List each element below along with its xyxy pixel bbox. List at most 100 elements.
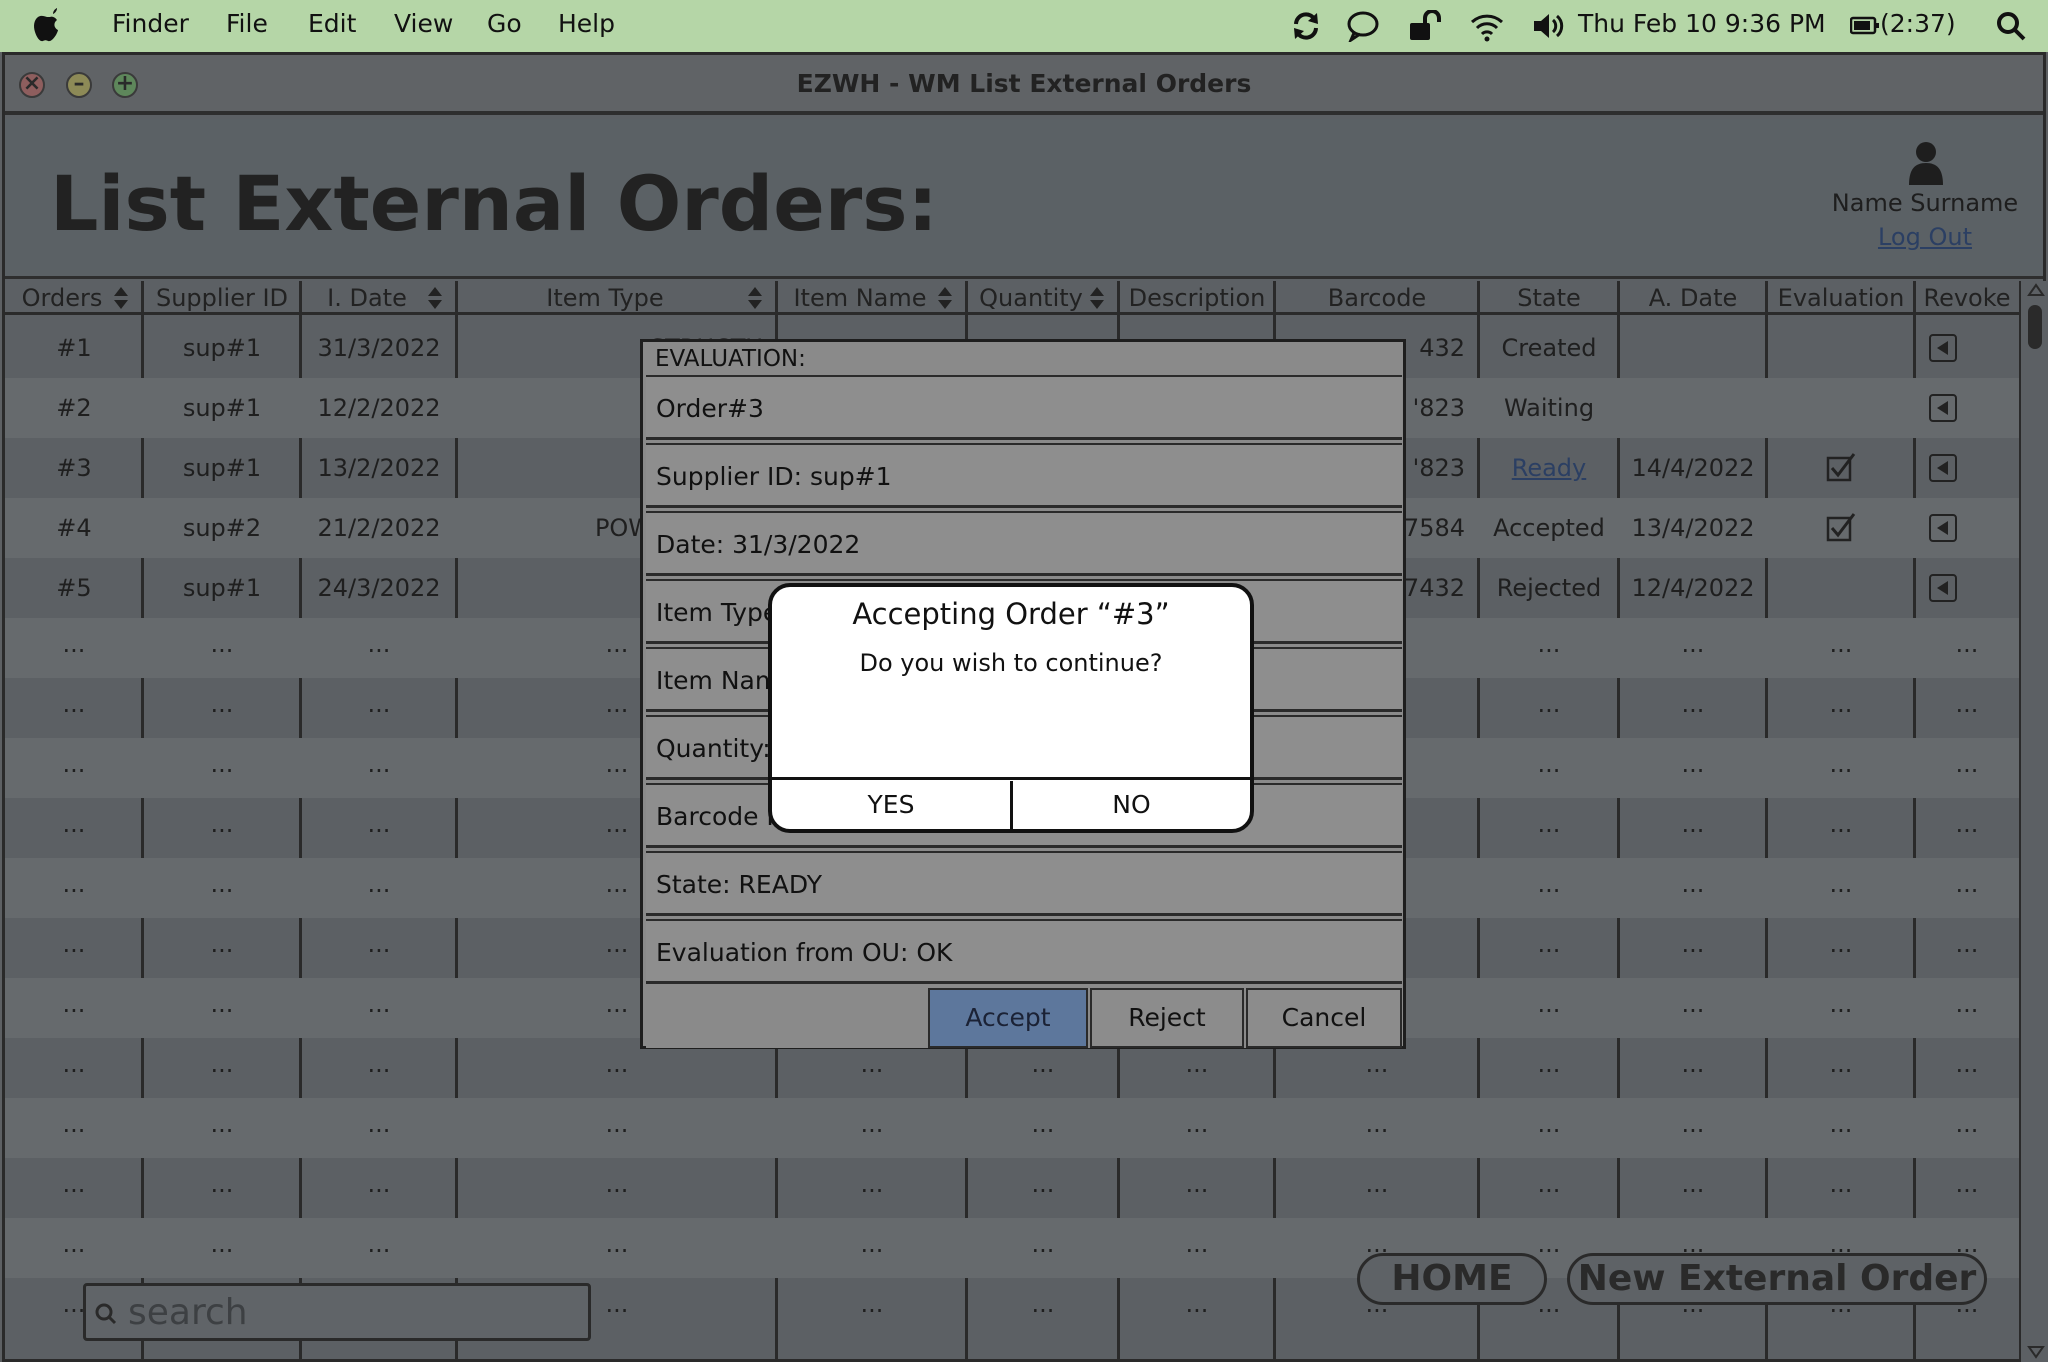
revoke-button[interactable] (1929, 574, 1957, 602)
home-button[interactable]: HOME (1357, 1253, 1547, 1305)
cell-idate: 12/2/2022 (301, 378, 457, 438)
cell-value: 7432 (1403, 574, 1465, 602)
cell-order: #1 (5, 318, 143, 378)
eval-field-text: Barcode I (656, 802, 774, 831)
scroll-thumb[interactable] (2028, 305, 2042, 349)
column-header-supplier: Supplier ID (143, 281, 301, 315)
cell-adate: ... (1681, 990, 1705, 1018)
cell-value: sup#2 (182, 514, 262, 542)
cell-supplier: ... (210, 690, 234, 718)
table-row[interactable]: .................................... (5, 1098, 2021, 1158)
cell-eval: ... (1829, 690, 1853, 718)
cancel-button[interactable]: Cancel (1246, 988, 1402, 1048)
menu-file[interactable]: File (226, 9, 268, 38)
column-header-label: Description (1128, 284, 1266, 312)
menu-edit[interactable]: Edit (308, 9, 356, 38)
column-header-label: Evaluation (1777, 284, 1905, 312)
column-header-qty[interactable]: Quantity (967, 281, 1119, 315)
column-header-label: Quantity (979, 284, 1083, 312)
menu-view[interactable]: View (394, 9, 453, 38)
search-input[interactable]: search (128, 1292, 248, 1333)
state-ready-link[interactable]: Ready (1512, 454, 1587, 482)
volume-icon[interactable] (1532, 10, 1566, 42)
wifi-icon[interactable] (1470, 10, 1504, 42)
sync-icon[interactable] (1290, 10, 1322, 42)
cell-order: ... (62, 1170, 86, 1198)
spotlight-search-icon[interactable] (1995, 10, 2027, 42)
cell-state: ... (1537, 690, 1561, 718)
eval-field-text: Item Type (656, 598, 779, 627)
cell-value: 432 (1419, 334, 1465, 362)
column-header-name[interactable]: Item Name (777, 281, 967, 315)
reject-button[interactable]: Reject (1090, 988, 1244, 1048)
battery-icon[interactable] (1850, 14, 1880, 38)
cell-revoke: ... (1955, 1050, 1979, 1078)
logout-link[interactable]: Log Out (1805, 223, 2045, 251)
accept-button[interactable]: Accept (928, 988, 1088, 1048)
cell-value: 24/3/2022 (317, 574, 441, 602)
user-avatar-icon (1909, 142, 1943, 185)
menu-go[interactable]: Go (487, 9, 522, 38)
column-header-label: A. Date (1648, 284, 1738, 312)
column-header-type[interactable]: Item Type (457, 281, 777, 315)
cell-order: ... (62, 930, 86, 958)
battery-time: (2:37) (1880, 9, 1956, 38)
revoke-button[interactable] (1929, 454, 1957, 482)
cell-supplier: sup#1 (143, 378, 301, 438)
sort-arrows-icon[interactable] (427, 285, 443, 311)
cell-desc: ... (1185, 1170, 1209, 1198)
cell-supplier: sup#1 (143, 318, 301, 378)
cell-order: #5 (5, 558, 143, 618)
cell-value: 13/2/2022 (317, 454, 441, 482)
cell-supplier: sup#1 (143, 438, 301, 498)
cell-qty: ... (1031, 1170, 1055, 1198)
scroll-down-icon[interactable] (2027, 1345, 2045, 1359)
table-header-row: Orders Supplier ID I. Date Item Type Item Na… (5, 281, 2021, 315)
cell-state: ... (1537, 1170, 1561, 1198)
sort-arrows-icon[interactable] (937, 285, 953, 311)
cell-revoke: ... (1955, 930, 1979, 958)
cell-idate: ... (367, 810, 391, 838)
cell-idate: 24/3/2022 (301, 558, 457, 618)
scroll-up-icon[interactable] (2027, 283, 2045, 297)
cell-value: 13/4/2022 (1631, 514, 1755, 542)
cell-supplier: ... (210, 1170, 234, 1198)
apple-icon[interactable] (32, 8, 62, 42)
unlock-icon[interactable] (1408, 10, 1444, 42)
yes-button[interactable]: YES (772, 781, 1010, 831)
revoke-button[interactable] (1929, 394, 1957, 422)
revoke-button[interactable] (1929, 334, 1957, 362)
menubar-clock[interactable]: Thu Feb 10 9:36 PM (1578, 9, 1826, 38)
window-title: EZWH - WM List External Orders (796, 69, 1252, 98)
search-box[interactable]: search (83, 1283, 591, 1341)
cell-adate: 13/4/2022 (1619, 498, 1767, 558)
sort-arrows-icon[interactable] (1089, 285, 1105, 311)
cell-eval: ... (1829, 930, 1853, 958)
cell-value: #2 (56, 394, 92, 422)
column-header-idate[interactable]: I. Date (301, 281, 457, 315)
evaluation-check-icon[interactable] (1826, 452, 1856, 482)
cell-name: ... (860, 1110, 884, 1138)
sort-arrows-icon[interactable] (747, 285, 763, 311)
menu-finder[interactable]: Finder (112, 9, 189, 38)
page-title: List External Orders: (50, 159, 938, 248)
cell-order: #3 (5, 438, 143, 498)
column-header-label: I. Date (327, 284, 407, 312)
chat-icon[interactable] (1346, 10, 1380, 42)
table-row[interactable]: .................................... (5, 1158, 2021, 1218)
table-scrollbar[interactable] (2019, 281, 2048, 1362)
column-header-order[interactable]: Orders (5, 281, 143, 315)
revoke-button[interactable] (1929, 514, 1957, 542)
cell-idate: 13/2/2022 (301, 438, 457, 498)
cell-value: sup#1 (182, 454, 262, 482)
menu-help[interactable]: Help (558, 9, 615, 38)
cell-supplier: ... (210, 750, 234, 778)
eval-field-text: Date: 31/3/2022 (656, 530, 861, 559)
cell-order: ... (62, 690, 86, 718)
evaluation-check-icon[interactable] (1826, 512, 1856, 542)
cell-state: ... (1537, 930, 1561, 958)
sort-arrows-icon[interactable] (113, 285, 129, 311)
new-external-order-button[interactable]: New External Order (1567, 1253, 1987, 1305)
cell-idate: ... (367, 1110, 391, 1138)
no-button[interactable]: NO (1013, 781, 1250, 831)
